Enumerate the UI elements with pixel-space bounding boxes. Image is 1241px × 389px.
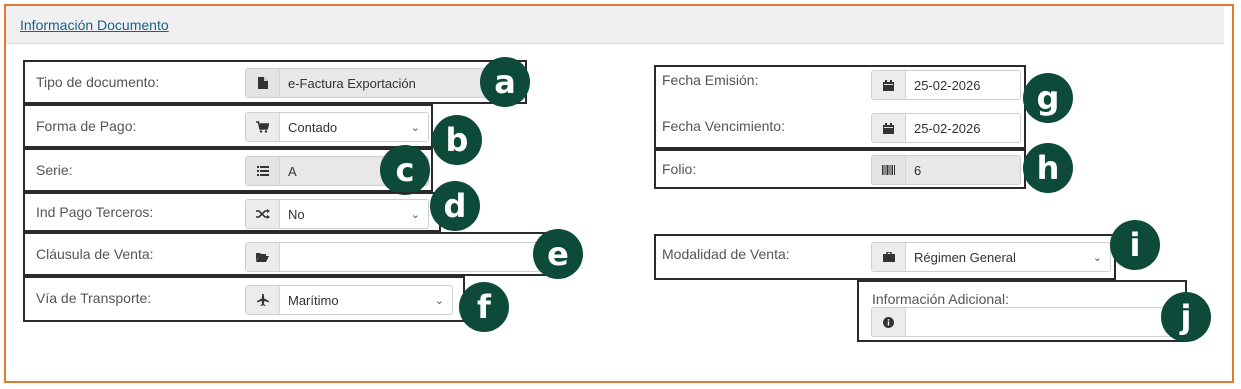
clausula-venta-value[interactable] (280, 243, 544, 271)
tipo-documento-label: Tipo de documento: (36, 74, 160, 90)
plane-icon (246, 286, 280, 314)
modalidad-venta-label: Modalidad de Venta: (662, 246, 790, 262)
fecha-vencimiento-value[interactable]: 25-02-2026 (906, 114, 1020, 142)
chevron-down-icon: ⌄ (1092, 251, 1102, 264)
badge-c: c (380, 145, 430, 195)
shuffle-icon (246, 200, 280, 228)
ind-pago-terceros-select[interactable]: No ⌄ (245, 199, 429, 229)
folder-open-icon (246, 243, 280, 271)
informacion-adicional-label: Información Adicional: (872, 291, 1009, 307)
serie-label: Serie: (36, 162, 73, 178)
cart-icon (246, 113, 280, 141)
calendar-icon (872, 71, 906, 99)
badge-a: a (480, 57, 530, 107)
list-icon (246, 157, 280, 185)
chevron-down-icon: ⌄ (410, 208, 420, 221)
file-icon (246, 69, 280, 97)
informacion-adicional-field[interactable] (871, 307, 1175, 337)
forma-pago-select[interactable]: Contado ⌄ (245, 112, 429, 142)
info-icon (872, 308, 906, 336)
badge-b: b (432, 115, 482, 165)
tipo-documento-value: e-Factura Exportación (288, 75, 416, 91)
chevron-down-icon: ⌄ (410, 121, 420, 134)
clausula-venta-label: Cláusula de Venta: (36, 246, 154, 262)
badge-f: f (459, 282, 509, 332)
folio-field: 6 (871, 155, 1021, 185)
ind-pago-terceros-value: No (288, 206, 305, 222)
fecha-emision-label: Fecha Emisión: (662, 72, 759, 88)
modalidad-venta-value: Régimen General (914, 249, 1016, 265)
ind-pago-terceros-label: Ind Pago Terceros: (36, 204, 154, 220)
informacion-adicional-value[interactable] (906, 308, 1174, 336)
badge-g: g (1023, 73, 1073, 123)
tipo-documento-field: e-Factura Exportación (245, 68, 505, 98)
clausula-venta-field[interactable] (245, 242, 545, 272)
panel-title[interactable]: Información Documento (20, 17, 169, 33)
badge-j: j (1161, 292, 1211, 342)
badge-d: d (430, 181, 480, 231)
fecha-emision-field[interactable]: 25-02-2026 (871, 70, 1021, 100)
via-transporte-label: Vía de Transporte: (36, 290, 152, 306)
via-transporte-select[interactable]: Marítimo ⌄ (245, 285, 453, 315)
fecha-emision-value[interactable]: 25-02-2026 (906, 71, 1020, 99)
chevron-down-icon: ⌄ (434, 294, 444, 307)
barcode-icon (872, 156, 906, 184)
forma-pago-label: Forma de Pago: (36, 118, 137, 134)
badge-h: h (1023, 143, 1073, 193)
fecha-vencimiento-label: Fecha Vencimiento: (662, 118, 785, 134)
calendar-icon (872, 114, 906, 142)
fecha-vencimiento-field[interactable]: 25-02-2026 (871, 113, 1021, 143)
folio-value: 6 (914, 162, 922, 178)
forma-pago-value: Contado (288, 119, 338, 135)
modalidad-venta-select[interactable]: Régimen General ⌄ (871, 242, 1111, 272)
briefcase-icon (872, 243, 906, 271)
via-transporte-value: Marítimo (288, 292, 339, 308)
folio-label: Folio: (662, 161, 697, 177)
badge-e: e (533, 229, 583, 279)
badge-i: i (1110, 220, 1160, 270)
panel-header: Información Documento (6, 6, 1224, 44)
